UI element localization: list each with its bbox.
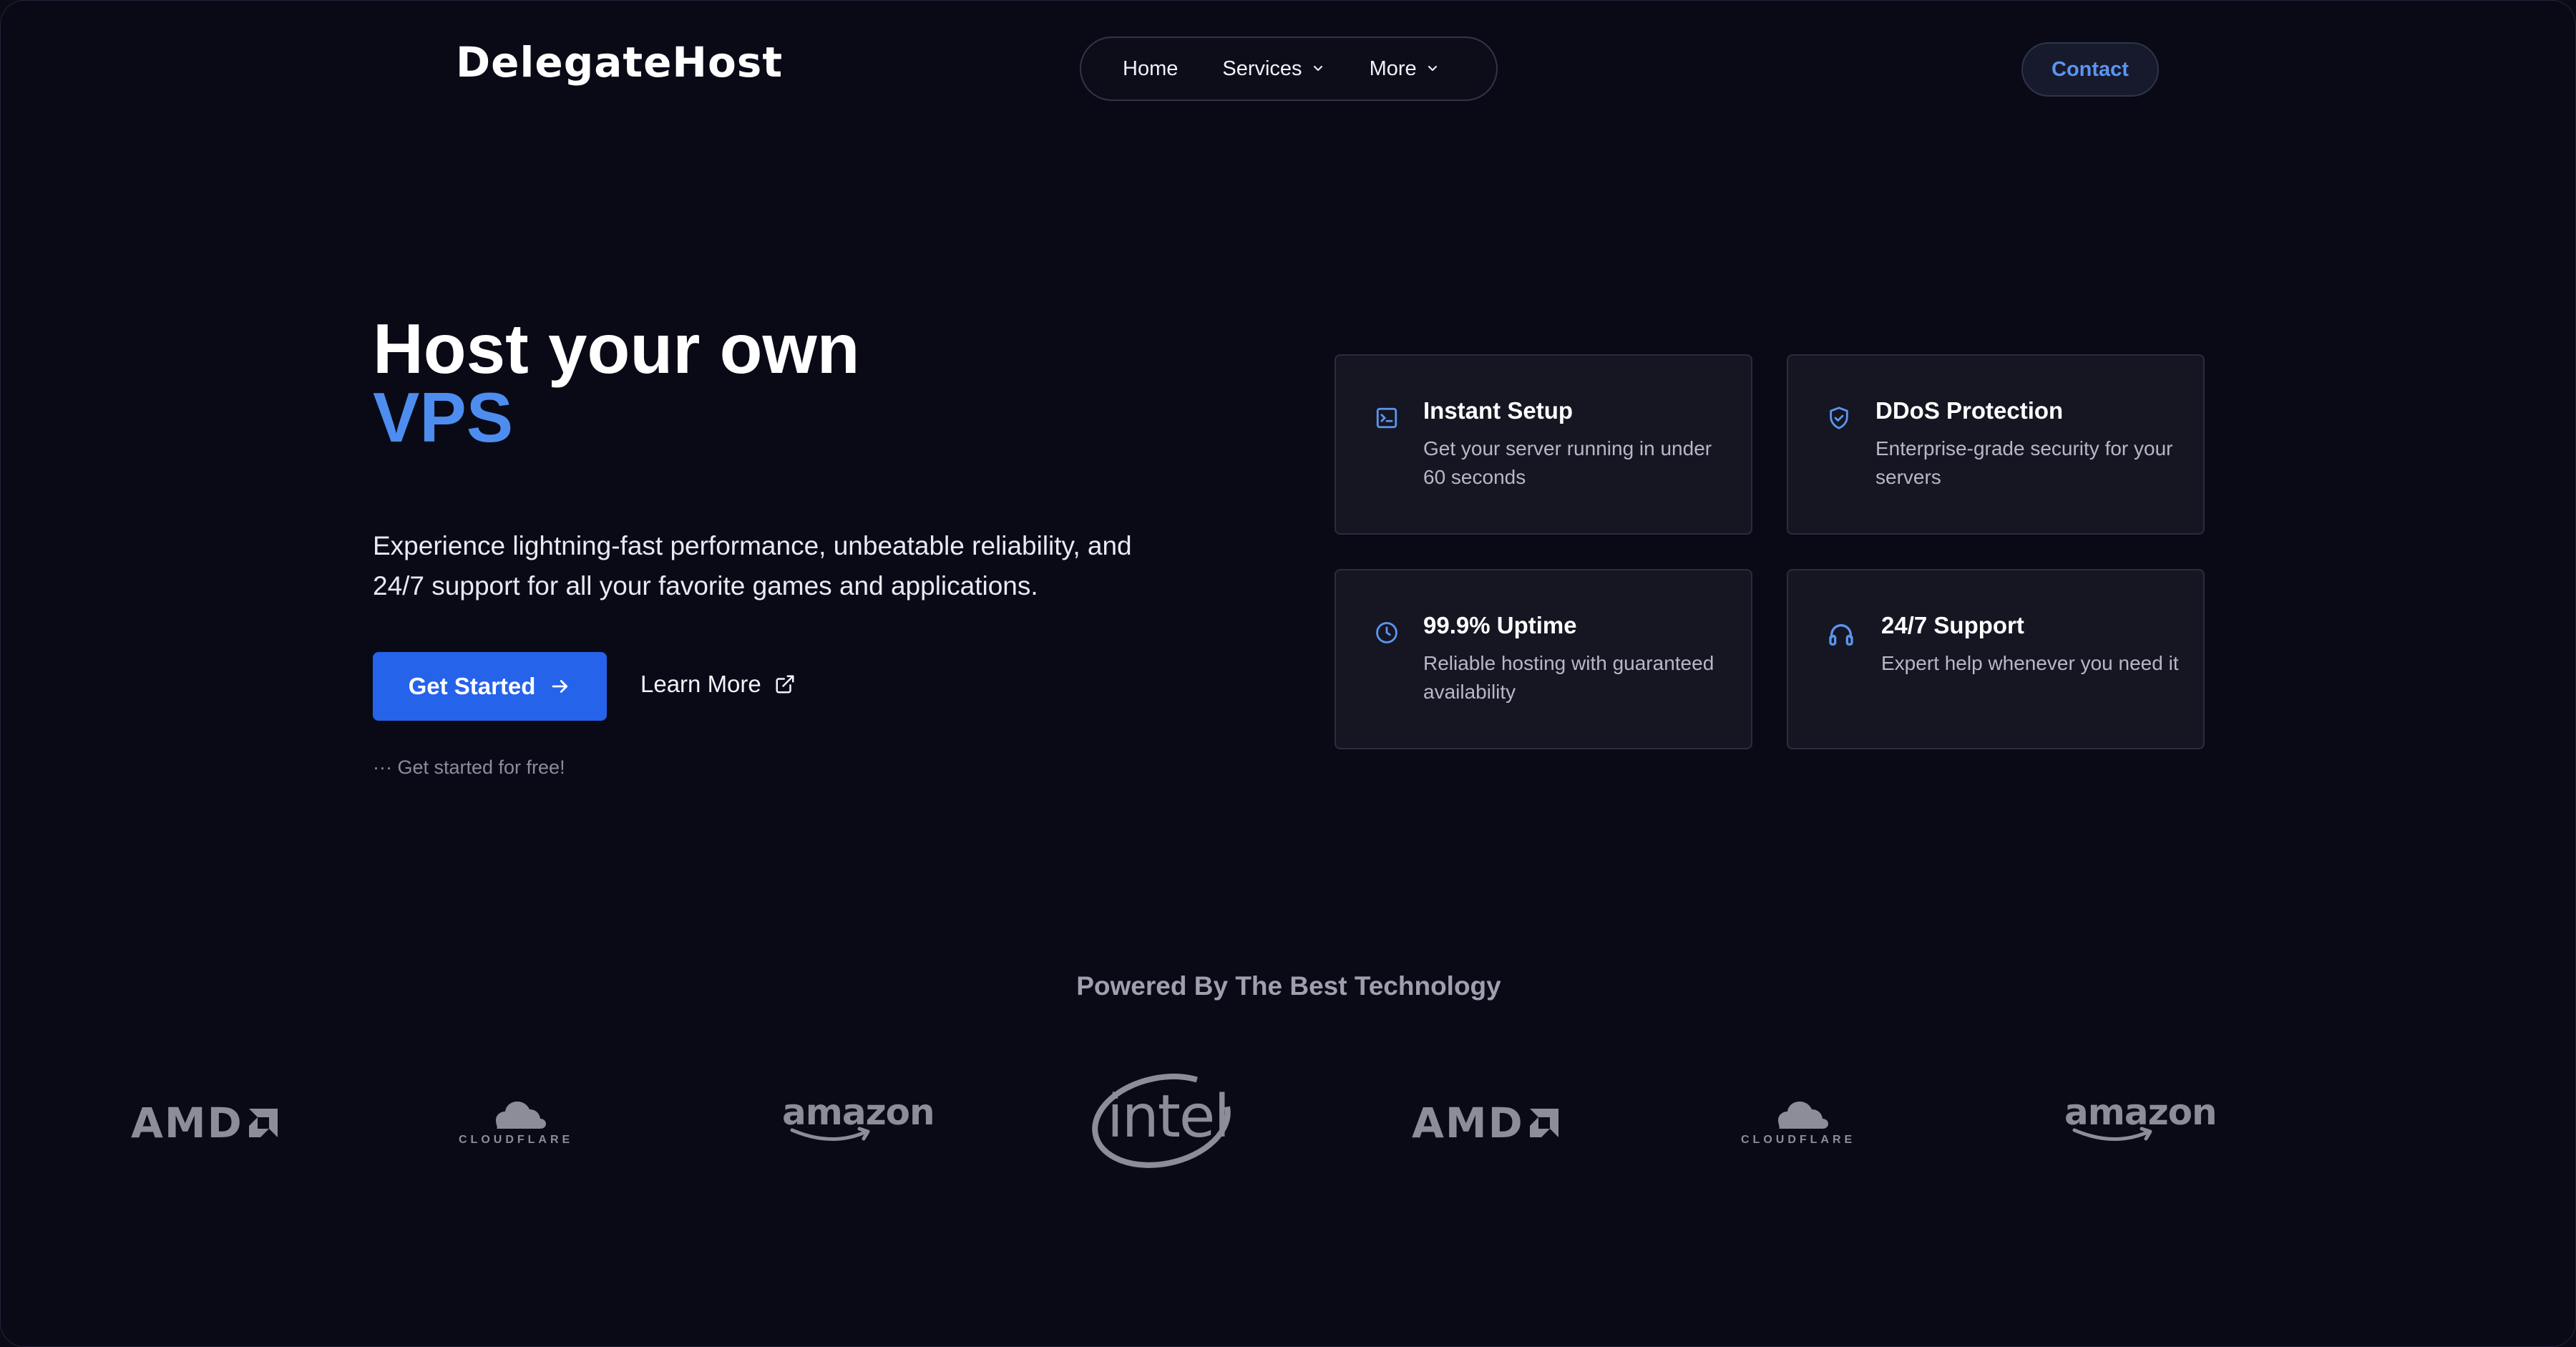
cloudflare-cloud-icon (1778, 1102, 1829, 1129)
learn-more-label: Learn More (640, 671, 761, 697)
amazon-logo-text: amazon (2064, 1091, 2218, 1133)
hero-title: Host your own VPS (373, 313, 860, 457)
intel-logo-text: intel (1107, 1083, 1230, 1151)
nav-home[interactable]: Home (1123, 57, 1178, 81)
cloudflare-logo-text: CLOUDFLARE (459, 1134, 574, 1146)
chevron-down-icon (1428, 65, 1437, 72)
free-note: ··· Get started for free! (373, 757, 565, 778)
nav-services[interactable]: Services (1222, 57, 1324, 81)
feature-desc: Get your server running in under 60 seco… (1423, 437, 1712, 488)
feature-title: 99.9% Uptime (1423, 612, 1577, 638)
clock-icon (1376, 622, 1397, 643)
cloudflare-cloud-icon (496, 1102, 547, 1129)
amd-logo: AMD (131, 1099, 280, 1147)
tech-section-title: Powered By The Best Technology (1076, 971, 1501, 1001)
amd-arrow-icon (1529, 1109, 1558, 1137)
amd-logo: AMD (1412, 1099, 1561, 1147)
feature-title: Instant Setup (1423, 397, 1574, 424)
feature-desc: Enterprise-grade security for your serve… (1875, 437, 2173, 488)
feature-card-uptime: 99.9% Uptime Reliable hosting with guara… (1335, 569, 1752, 749)
feature-title: DDoS Protection (1875, 397, 2064, 424)
feature-card-instant-setup: Instant Setup Get your server running in… (1335, 354, 1752, 535)
cloudflare-logo: CLOUDFLARE (1741, 1100, 1855, 1147)
main-nav: Home Services More (1080, 37, 1498, 101)
feature-card-ddos: DDoS Protection Enterprise-grade securit… (1787, 354, 2205, 535)
page-frame: DelegateHost Home Services More Contact … (0, 0, 2576, 1347)
feature-desc: Expert help whenever you need it (1881, 652, 2179, 674)
cloudflare-logo: CLOUDFLARE (459, 1100, 573, 1147)
feature-desc: Reliable hosting with guaranteed availab… (1423, 652, 1714, 703)
brand-logo[interactable]: DelegateHost (456, 38, 783, 87)
amazon-logo: amazon (782, 1091, 935, 1143)
amazon-logo: amazon (2064, 1091, 2218, 1143)
terminal-icon (1376, 407, 1397, 429)
amd-arrow-icon (248, 1109, 278, 1137)
shield-check-icon (1830, 407, 1848, 429)
hero-title-accent: VPS (373, 378, 514, 457)
hero-title-line1: Host your own (373, 309, 860, 388)
amazon-logo-text: amazon (782, 1091, 935, 1133)
get-started-label: Get Started (408, 673, 536, 699)
learn-more-link[interactable]: Learn More (640, 671, 796, 698)
nav-more[interactable]: More (1370, 57, 1440, 81)
nav-services-label: Services (1222, 57, 1302, 80)
amd-logo-text: AMD (1412, 1099, 1524, 1147)
chevron-down-icon (1313, 65, 1322, 72)
cloudflare-logo-text: CLOUDFLARE (1741, 1134, 1856, 1146)
feature-title: 24/7 Support (1881, 612, 2024, 638)
headset-icon (1829, 624, 1853, 646)
contact-button[interactable]: Contact (2021, 42, 2159, 97)
external-link-icon (776, 675, 794, 694)
arrow-right-icon (552, 680, 568, 693)
nav-home-label: Home (1123, 57, 1179, 80)
get-started-button[interactable]: Get Started (373, 652, 607, 721)
feature-card-support: 24/7 Support Expert help whenever you ne… (1787, 569, 2205, 749)
amd-logo-text: AMD (131, 1099, 243, 1147)
hero-subtitle: Experience lightning-fast performance, u… (373, 531, 1132, 600)
nav-more-label: More (1369, 57, 1417, 80)
